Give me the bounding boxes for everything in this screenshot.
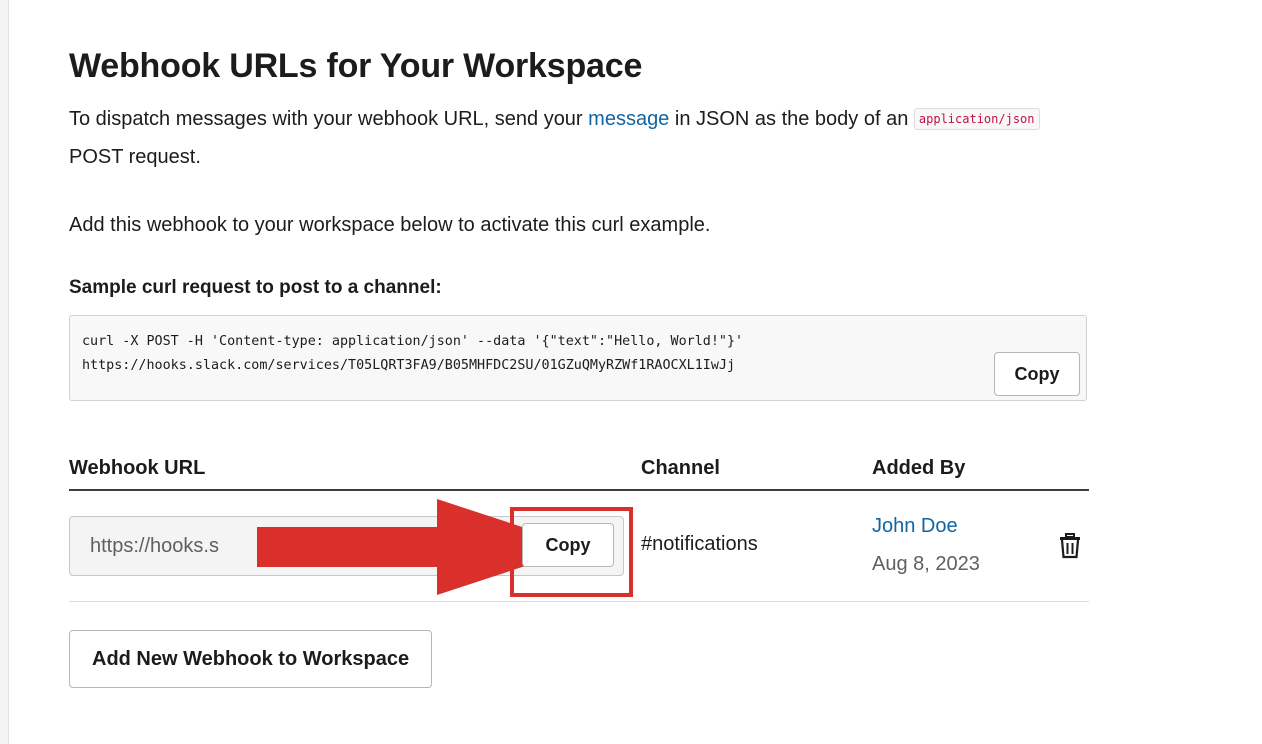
copy-sample-button[interactable]: Copy [994,352,1080,396]
sample-curl-box: curl -X POST -H 'Content-type: applicati… [69,315,1087,401]
header-webhook-url: Webhook URL [69,457,206,479]
webhook-row: https://hooks.s es/T05 Copy #notification… [69,491,1089,602]
intro-text: To dispatch messages with your webhook U… [69,100,1059,176]
curl-line-1: curl -X POST -H 'Content-type: applicati… [82,334,744,349]
added-date: Aug 8, 2023 [872,553,980,575]
intro-text-middle: in JSON as the body of an [669,108,914,130]
intro-text-start: To dispatch messages with your webhook U… [69,108,589,130]
sample-curl-label: Sample curl request to post to a channel… [69,277,442,298]
content-type-code: application/json [913,108,1040,130]
message-link[interactable]: message [588,108,669,130]
intro-text-end: POST request. [69,146,201,168]
trash-icon[interactable] [1059,533,1081,559]
header-added-by: Added By [872,457,966,479]
curl-line-2: https://hooks.slack.com/services/T05LQRT… [82,358,736,373]
added-by-user-link[interactable]: John Doe [872,511,958,541]
left-rail-divider [0,0,9,744]
webhook-url-end: es/T05 [418,535,481,557]
copy-webhook-button[interactable]: Copy [522,523,614,567]
sample-curl-code: curl -X POST -H 'Content-type: applicati… [82,330,743,378]
webhook-table-header: Webhook URL Channel Added By [69,439,1089,491]
header-channel: Channel [641,457,720,479]
webhook-section: Webhook URLs for Your Workspace To dispa… [69,40,1089,688]
webhook-url-start: https://hooks.s [90,535,219,557]
webhook-channel: #notifications [641,533,758,555]
page-title: Webhook URLs for Your Workspace [69,47,643,85]
activation-note: Add this webhook to your workspace below… [69,214,711,236]
add-new-webhook-button[interactable]: Add New Webhook to Workspace [69,630,433,688]
